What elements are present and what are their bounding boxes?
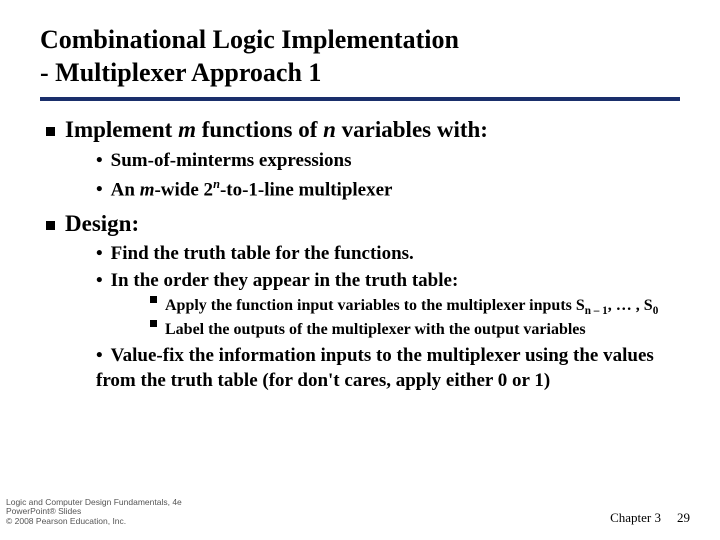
- slide-title: Combinational Logic Implementation - Mul…: [40, 24, 680, 89]
- text: , … , S: [608, 297, 653, 314]
- text: -wide 2: [154, 179, 213, 200]
- text: variables with:: [336, 117, 488, 142]
- square-bullet-icon: [150, 320, 157, 327]
- square-bullet-icon: [46, 221, 55, 230]
- var-m: m: [140, 179, 155, 200]
- title-line-2: - Multiplexer Approach 1: [40, 58, 321, 87]
- text: Implement: [65, 117, 178, 142]
- text: In the order they appear in the truth ta…: [111, 270, 459, 291]
- bullet-design: Design:: [46, 209, 680, 239]
- dot-bullet-icon: •: [96, 243, 103, 264]
- text: Sum-of-minterms expressions: [111, 150, 352, 171]
- dot-bullet-icon: •: [96, 270, 103, 291]
- bullet-find-truth-table: • Find the truth table for the functions.: [96, 242, 680, 267]
- bullet-label-outputs: Label the outputs of the multiplexer wit…: [150, 320, 680, 340]
- title-divider: [40, 97, 680, 101]
- dot-bullet-icon: •: [96, 150, 103, 171]
- text: Design:: [65, 211, 139, 236]
- footer-line: © 2008 Pearson Education, Inc.: [6, 517, 182, 526]
- copyright-block: Logic and Computer Design Fundamentals, …: [6, 498, 182, 526]
- bullet-in-order: • In the order they appear in the truth t…: [96, 269, 680, 294]
- square-bullet-icon: [46, 127, 55, 136]
- subscript: n – 1: [585, 305, 608, 317]
- page-indicator: Chapter 3 29: [610, 510, 690, 526]
- dot-bullet-icon: •: [96, 179, 103, 200]
- text: Find the truth table for the functions.: [111, 243, 414, 264]
- page-number: 29: [677, 510, 690, 525]
- bullet-m-wide-mux: • An m-wide 2n-to-1-line multiplexer: [96, 176, 680, 203]
- chapter-label: Chapter 3: [610, 510, 661, 525]
- text: Apply the function input variables to th…: [165, 296, 680, 318]
- text: Apply the function input variables to th…: [165, 297, 585, 314]
- text: An: [111, 179, 140, 200]
- title-line-1: Combinational Logic Implementation: [40, 25, 459, 54]
- text: Label the outputs of the multiplexer wit…: [165, 320, 680, 340]
- bullet-value-fix: •Value-fix the information inputs to the…: [96, 344, 680, 393]
- exponent-n: n: [213, 177, 220, 191]
- subscript: 0: [653, 305, 659, 317]
- bullet-implement: Implement m functions of n variables wit…: [46, 115, 680, 145]
- text: -to-1-line multiplexer: [220, 179, 393, 200]
- bullet-sum-of-minterms: • Sum-of-minterms expressions: [96, 149, 680, 174]
- text: Value-fix the information inputs to the …: [96, 345, 654, 391]
- dot-bullet-icon: •: [96, 345, 103, 366]
- var-m: m: [178, 117, 196, 142]
- text: functions of: [196, 117, 323, 142]
- var-n: n: [323, 117, 336, 142]
- square-bullet-icon: [150, 296, 157, 303]
- slide-footer: Logic and Computer Design Fundamentals, …: [0, 498, 720, 526]
- bullet-apply-inputs: Apply the function input variables to th…: [150, 296, 680, 318]
